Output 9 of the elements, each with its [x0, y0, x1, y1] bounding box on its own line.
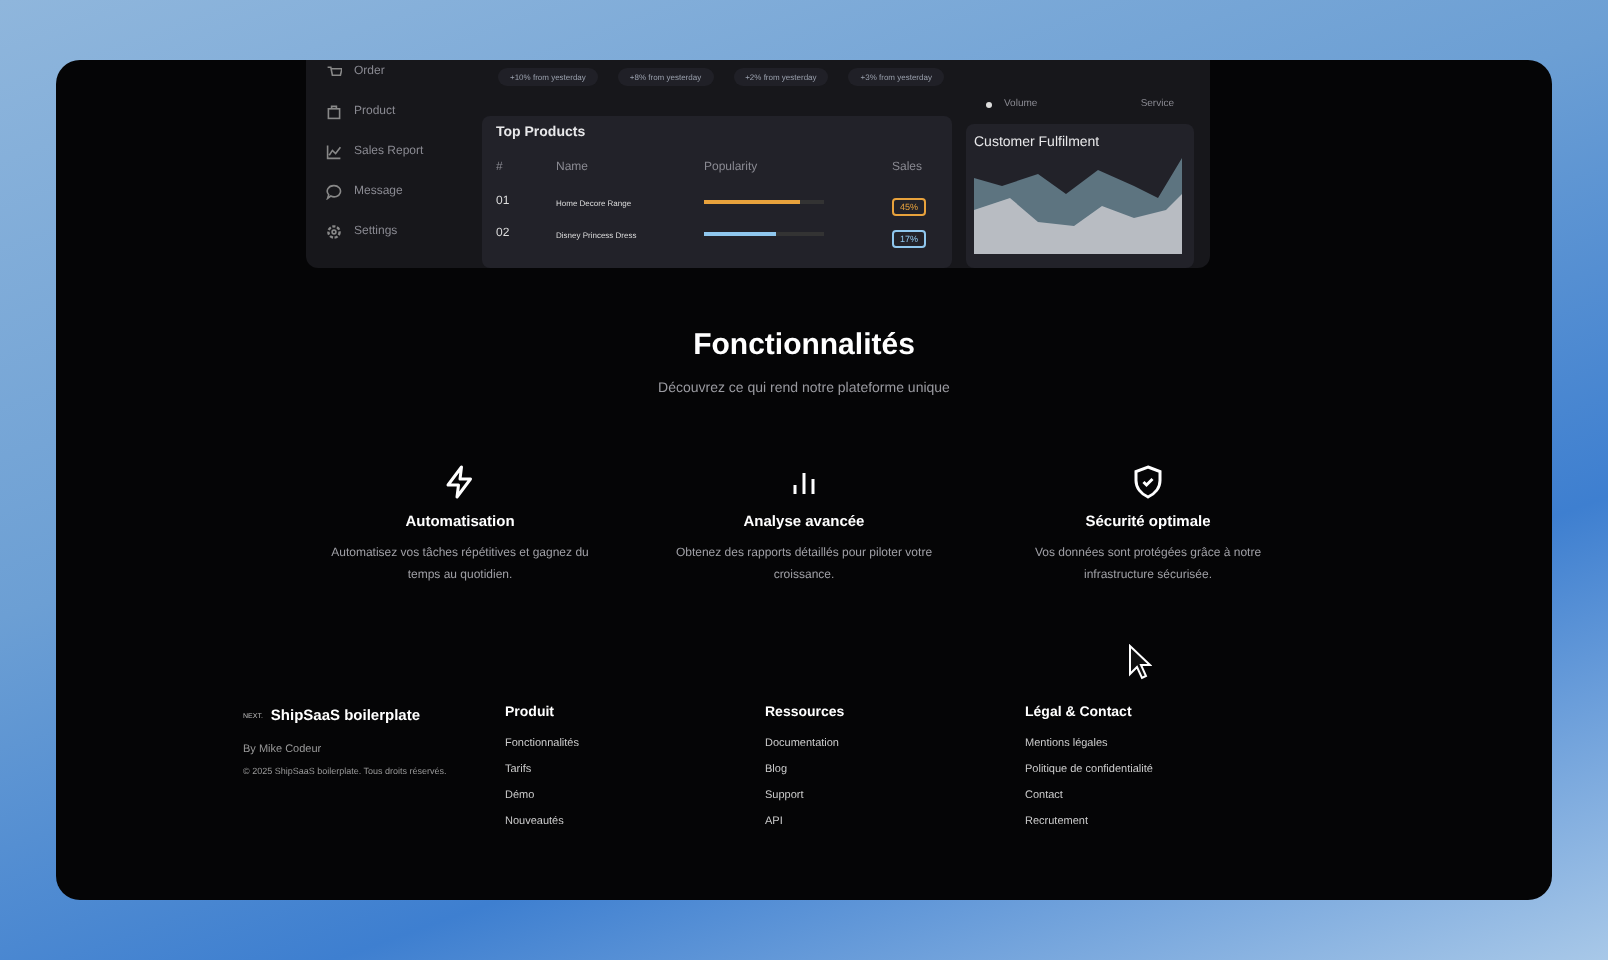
settings-icon [326, 224, 342, 240]
lightning-icon [442, 464, 478, 500]
chat-bubble-icon [326, 184, 342, 200]
cart-icon [326, 64, 342, 80]
bag-icon [326, 104, 342, 120]
shield-check-icon [1130, 464, 1166, 500]
line-chart-icon [326, 144, 342, 160]
section-title: Fonctionnalités [691, 328, 917, 362]
mouse-pointer-icon [1128, 644, 1152, 680]
